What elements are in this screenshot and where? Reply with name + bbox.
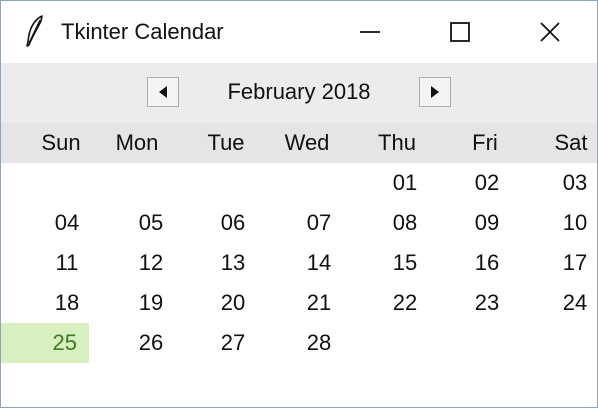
- minimize-icon: [360, 31, 380, 33]
- weekday-fri: Fri: [472, 130, 498, 155]
- day-23[interactable]: 23: [464, 283, 510, 323]
- next-month-button[interactable]: [419, 77, 451, 107]
- day-08[interactable]: 08: [382, 203, 428, 243]
- day-09[interactable]: 09: [464, 203, 510, 243]
- weekday-wed: Wed: [284, 130, 330, 155]
- day-13[interactable]: 13: [210, 243, 256, 283]
- day-15[interactable]: 15: [382, 243, 428, 283]
- day-28[interactable]: 28: [296, 323, 342, 363]
- close-icon: [540, 22, 560, 42]
- day-20[interactable]: 20: [210, 283, 256, 323]
- weekday-thu: Thu: [378, 130, 416, 155]
- weekday-header: Sun Mon Tue Wed Thu Fri Sat: [1, 123, 597, 163]
- day-19[interactable]: 19: [128, 283, 174, 323]
- day-12[interactable]: 12: [128, 243, 174, 283]
- day-02[interactable]: 02: [464, 163, 510, 203]
- feather-icon: [26, 15, 43, 47]
- weekday-tue: Tue: [207, 130, 245, 155]
- weekday-sun: Sun: [41, 130, 81, 155]
- window-title: Tkinter Calendar: [61, 19, 224, 44]
- day-27[interactable]: 27: [210, 323, 256, 363]
- day-17[interactable]: 17: [552, 243, 597, 283]
- day-07[interactable]: 07: [296, 203, 342, 243]
- day-04[interactable]: 04: [44, 203, 90, 243]
- triangle-left-icon: [159, 86, 167, 98]
- day-24[interactable]: 24: [552, 283, 597, 323]
- day-16[interactable]: 16: [464, 243, 510, 283]
- day-21[interactable]: 21: [296, 283, 342, 323]
- weekday-mon: Mon: [115, 130, 159, 155]
- triangle-right-icon: [431, 86, 439, 98]
- day-grid: 01 02 03 04 05 06 07 08 09 10 11 12 13 14 15 16 17 18 19 20…: [1, 163, 597, 403]
- day-06[interactable]: 06: [210, 203, 256, 243]
- maximize-icon: [450, 22, 470, 42]
- prev-month-button[interactable]: [147, 77, 179, 107]
- day-22[interactable]: 22: [382, 283, 428, 323]
- calendar-grid: Sun Mon Tue Wed Thu Fri Sat 01 02 03 04 05 06…: [1, 123, 597, 407]
- day-11[interactable]: 11: [44, 243, 90, 283]
- weekday-sat: Sat: [554, 130, 588, 155]
- close-button[interactable]: [505, 1, 595, 63]
- minimize-button[interactable]: [325, 1, 415, 63]
- day-01[interactable]: 01: [382, 163, 428, 203]
- day-26[interactable]: 26: [128, 323, 174, 363]
- month-year-label: February 2018: [227, 79, 371, 104]
- month-navigation: February 2018: [1, 63, 597, 123]
- day-18[interactable]: 18: [44, 283, 90, 323]
- day-14[interactable]: 14: [296, 243, 342, 283]
- title-bar[interactable]: Tkinter Calendar: [1, 1, 597, 63]
- day-05[interactable]: 05: [128, 203, 174, 243]
- calendar-window: Tkinter Calendar February 2018 Sun Mon T…: [0, 0, 598, 408]
- day-25[interactable]: 25: [1, 323, 89, 363]
- day-10[interactable]: 10: [552, 203, 597, 243]
- day-03[interactable]: 03: [552, 163, 597, 203]
- maximize-button[interactable]: [415, 1, 505, 63]
